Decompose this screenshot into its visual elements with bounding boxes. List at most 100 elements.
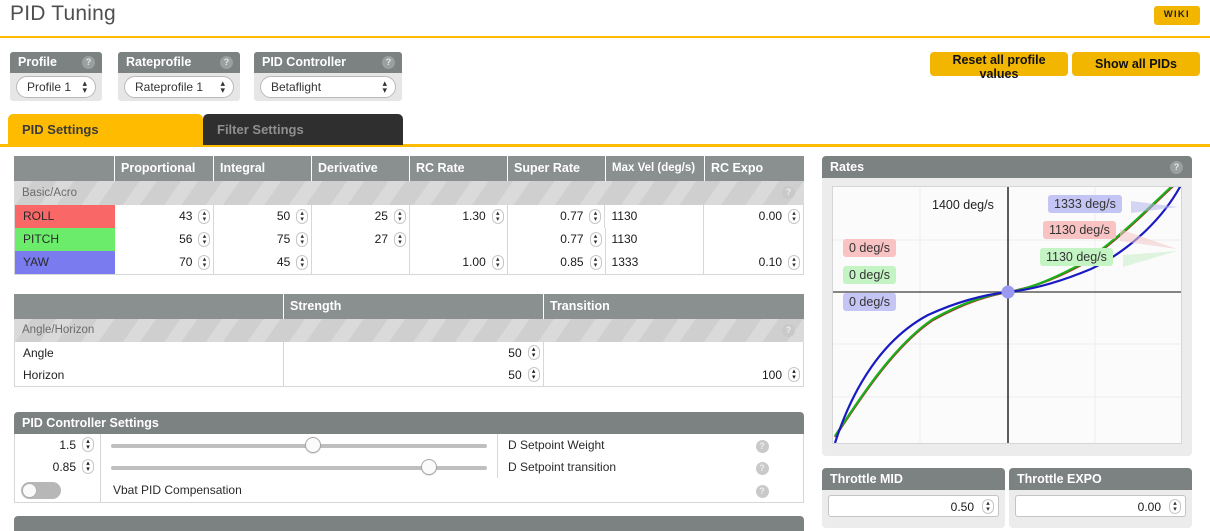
pitch-derivative-input[interactable]: 27▴▾: [312, 228, 410, 251]
roll-integral-input[interactable]: 50▴▾: [214, 205, 312, 228]
slider-knob[interactable]: [421, 459, 437, 475]
rates-panel-header: Rates ?: [822, 156, 1192, 178]
angle-section-header: Angle/Horizon ?: [14, 319, 804, 342]
yaw-rc-expo-input[interactable]: 0.10 ▴▾: [704, 251, 803, 274]
help-icon[interactable]: ?: [82, 56, 95, 69]
help-icon[interactable]: ?: [756, 440, 769, 453]
roll-derivative-input[interactable]: 25▴▾: [312, 205, 410, 228]
d-setpoint-weight-input[interactable]: 1.5 ▴▾: [15, 434, 101, 456]
wiki-button[interactable]: WIKI: [1154, 6, 1200, 25]
page-title: PID Tuning: [10, 2, 116, 26]
stepper-icon[interactable]: ▴▾: [788, 255, 800, 270]
stepper-icon[interactable]: ▴▾: [1169, 499, 1181, 514]
help-icon[interactable]: ?: [782, 186, 795, 199]
d-setpoint-weight-slider[interactable]: [101, 434, 497, 456]
pitch-super-rate-input[interactable]: 0.77▴▾: [508, 228, 606, 251]
stepper-icon[interactable]: ▴▾: [590, 255, 602, 270]
help-icon-wrap: ?: [747, 436, 777, 454]
stepper-icon[interactable]: ▴▾: [198, 255, 210, 270]
stepper-icon[interactable]: ▴▾: [82, 437, 94, 452]
table-row: ROLL 43▴▾ 50▴▾ 25▴▾ 1.30▴▾ 0.77▴▾ 1130 0…: [15, 205, 803, 228]
stepper-icon[interactable]: ▴▾: [788, 209, 800, 224]
vbat-pid-compensation-row: Vbat PID Compensation ?: [15, 478, 803, 502]
profile-select[interactable]: Profile 1 ▴▾: [16, 76, 96, 98]
pitch-integral-input[interactable]: 75▴▾: [214, 228, 312, 251]
pid-col-proportional: Proportional: [115, 156, 214, 181]
yaw-proportional-input[interactable]: 70▴▾: [116, 251, 215, 274]
profile-selector-header: Profile ?: [10, 52, 102, 73]
pitch-proportional-value: 56: [179, 232, 192, 246]
stepper-icon[interactable]: ▴▾: [590, 232, 602, 247]
help-icon[interactable]: ?: [382, 56, 395, 69]
pitch-proportional-input[interactable]: 56 ▴▾: [116, 228, 215, 251]
stepper-icon[interactable]: ▴▾: [394, 232, 406, 247]
stepper-icon[interactable]: ▴▾: [198, 232, 210, 247]
rateprofile-selector-body: Rateprofile 1 ▴▾: [118, 73, 240, 101]
stepper-icon[interactable]: ▴▾: [296, 255, 308, 270]
stepper-icon[interactable]: ▴▾: [492, 255, 504, 270]
tab-filter-settings[interactable]: Filter Settings: [203, 114, 403, 145]
pid-controller-selector-title: PID Controller: [262, 55, 346, 69]
horizon-strength-input[interactable]: 50 ▴▾: [284, 364, 543, 386]
d-setpoint-transition-label: D Setpoint transition: [497, 456, 747, 478]
vbat-pid-compensation-label: Vbat PID Compensation: [101, 483, 747, 497]
stepper-icon[interactable]: ▴▾: [982, 499, 994, 514]
throttle-expo-input[interactable]: 0.00 ▴▾: [1015, 495, 1186, 517]
angle-table-header-row: Strength Transition: [14, 294, 804, 319]
pid-tuning-page: PID Tuning WIKI Profile ? Profile 1 ▴▾ R…: [0, 0, 1210, 531]
horizon-transition-input[interactable]: 100 ▴▾: [544, 364, 803, 386]
rateprofile-selector-header: Rateprofile ?: [118, 52, 240, 73]
stepper-icon[interactable]: ▴▾: [296, 209, 308, 224]
tab-pid-settings[interactable]: PID Settings: [8, 114, 203, 145]
throttle-mid-input[interactable]: 0.50 ▴▾: [828, 495, 999, 517]
pitch-rc-expo-cell: [704, 228, 803, 251]
roll-proportional-input[interactable]: 43▴▾: [116, 205, 215, 228]
angle-strength-input[interactable]: 50▴▾: [284, 342, 543, 364]
d-setpoint-transition-slider[interactable]: [101, 456, 497, 478]
help-icon[interactable]: ?: [1170, 161, 1183, 174]
help-icon[interactable]: ?: [782, 324, 795, 337]
slider-track: [111, 444, 487, 448]
axis-label-yaw: YAW: [15, 251, 116, 274]
roll-rc-rate-value: 1.30: [462, 209, 485, 223]
slider-knob[interactable]: [305, 437, 321, 453]
stepper-icon[interactable]: ▴▾: [296, 232, 308, 247]
yaw-rc-rate-input[interactable]: 1.00▴▾: [410, 251, 508, 274]
vbat-pid-compensation-toggle[interactable]: [21, 482, 61, 499]
tab-bar: PID Settings Filter Settings: [0, 114, 1210, 146]
reset-all-profile-values-button[interactable]: Reset all profile values: [930, 52, 1068, 76]
rates-label-center-max: 1400 deg/s: [926, 196, 1000, 214]
horizon-strength-value: 50: [508, 368, 521, 382]
yaw-rc-expo-value: 0.10: [759, 255, 782, 269]
help-icon[interactable]: ?: [756, 462, 769, 475]
stepper-icon[interactable]: ▴▾: [198, 209, 210, 224]
chevron-updown-icon: ▴▾: [220, 80, 225, 94]
page-header: PID Tuning WIKI: [0, 0, 1210, 38]
stepper-icon[interactable]: ▴▾: [82, 459, 94, 474]
horizon-row-label: Horizon: [15, 364, 284, 386]
stepper-icon[interactable]: ▴▾: [492, 209, 504, 224]
rateprofile-select[interactable]: Rateprofile 1 ▴▾: [124, 76, 234, 98]
pid-table-body: } } ROLL 43▴▾ 50▴▾ 25▴▾ 1.30▴▾ 0.77▴▾ 11…: [14, 205, 804, 275]
stepper-icon[interactable]: ▴▾: [788, 367, 800, 382]
stepper-icon[interactable]: ▴▾: [394, 209, 406, 224]
roll-super-rate-input[interactable]: 0.77▴▾: [508, 205, 606, 228]
angle-table-body: Angle 50▴▾ Horizon 50▴▾ 100▴▾: [14, 342, 804, 387]
yaw-integral-input[interactable]: 45▴▾: [214, 251, 312, 274]
table-row: PITCH 56▴▾ 75▴▾ 27▴▾ 0.77▴▾ 1130: [15, 228, 803, 251]
pid-controller-select[interactable]: Betaflight ▴▾: [260, 76, 396, 98]
roll-rc-expo-input[interactable]: 0.00▴▾: [704, 205, 803, 228]
yaw-super-rate-input[interactable]: 0.85▴▾: [508, 251, 606, 274]
stepper-icon[interactable]: ▴▾: [528, 345, 540, 360]
stepper-icon[interactable]: ▴▾: [589, 209, 601, 224]
roll-rc-rate-input[interactable]: 1.30 ▴▾: [410, 205, 508, 228]
stepper-icon[interactable]: ▴▾: [528, 367, 540, 382]
help-icon[interactable]: ?: [756, 485, 769, 498]
d-setpoint-transition-input[interactable]: 0.85 ▴▾: [15, 456, 101, 478]
help-icon[interactable]: ?: [220, 56, 233, 69]
rates-chart[interactable]: 0 deg/s 0 deg/s 0 deg/s 1400 deg/s 1333 …: [832, 186, 1182, 444]
profile-select-value: Profile 1: [27, 80, 71, 94]
pitch-rc-rate-cell: [410, 228, 508, 251]
show-all-pids-button[interactable]: Show all PIDs: [1072, 52, 1200, 76]
horizon-transition-value: 100: [762, 368, 782, 382]
